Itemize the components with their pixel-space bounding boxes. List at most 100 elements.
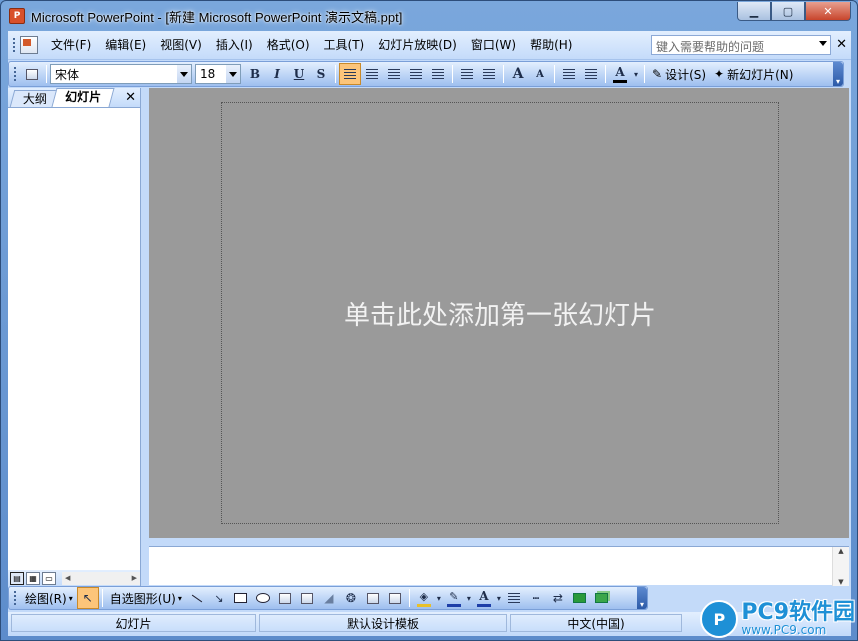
align-right-button[interactable]	[383, 63, 405, 85]
formatting-toolbar: 宋体 18 B I U S A A A ▾ ✎ 设计(S) ✦ 新幻灯片(N) …	[8, 61, 844, 87]
window-controls: ▁ ▢ ✕	[737, 2, 851, 21]
title-bar[interactable]: P Microsoft PowerPoint - [新建 Microsoft P…	[1, 1, 857, 31]
rectangle-button[interactable]	[230, 587, 252, 609]
picture-button[interactable]	[384, 587, 406, 609]
slide-sorter-view-button[interactable]: ▦	[26, 571, 40, 585]
toolbar-options-icon[interactable]: ▾	[833, 62, 843, 86]
tab-outline-label: 大纲	[22, 92, 47, 106]
help-search-input[interactable]: 键入需要帮助的问题	[651, 35, 831, 55]
autoshapes-button[interactable]: 自选图形(U) ▾	[106, 587, 186, 609]
close-document-button[interactable]: ✕	[836, 37, 847, 52]
add-first-slide-placeholder[interactable]: 单击此处添加第一张幻灯片	[221, 102, 779, 524]
menu-insert[interactable]: 插入(I)	[209, 35, 260, 55]
draw-font-color-letter: A	[479, 589, 489, 603]
slideshow-view-button[interactable]: ▭	[42, 571, 56, 585]
close-pane-button[interactable]: ✕	[125, 90, 136, 105]
increase-indent-button[interactable]	[580, 63, 602, 85]
new-slide-label: 新幻灯片(N)	[727, 67, 794, 82]
font-color-button[interactable]: A	[609, 63, 631, 85]
slide-editing-area[interactable]: 单击此处添加第一张幻灯片	[149, 88, 849, 538]
new-document-button[interactable]	[21, 63, 43, 85]
line-color-dropdown-icon[interactable]: ▾	[465, 587, 473, 609]
status-template[interactable]: 默认设计模板	[259, 614, 507, 632]
diagram-button[interactable]: ❂	[340, 587, 362, 609]
oval-button[interactable]	[252, 587, 274, 609]
align-center-button[interactable]	[361, 63, 383, 85]
notes-pane[interactable]: ▲ ▼	[149, 546, 849, 586]
grow-font-button[interactable]: A	[507, 63, 529, 85]
autoshapes-label: 自选图形(U)	[109, 591, 176, 606]
align-left-button[interactable]	[339, 63, 361, 85]
line-style-button[interactable]	[503, 587, 525, 609]
bold-button[interactable]: B	[244, 63, 266, 85]
notes-scrollbar[interactable]: ▲ ▼	[832, 547, 849, 586]
chevron-down-icon[interactable]	[226, 65, 240, 83]
vertical-textbox-button[interactable]	[296, 587, 318, 609]
textbox-button[interactable]	[274, 587, 296, 609]
line-color-button[interactable]: ✎	[443, 587, 465, 609]
font-size-combo[interactable]: 18	[195, 64, 241, 84]
clipart-button[interactable]	[362, 587, 384, 609]
bullets-button[interactable]	[478, 63, 500, 85]
menu-view[interactable]: 视图(V)	[153, 35, 209, 55]
menu-edit[interactable]: 编辑(E)	[98, 35, 153, 55]
toolbar-grip-icon[interactable]	[13, 590, 17, 606]
fill-color-button[interactable]: ◈	[413, 587, 435, 609]
powerpoint-window: P Microsoft PowerPoint - [新建 Microsoft P…	[0, 0, 858, 641]
toolbar-grip-icon[interactable]	[12, 37, 16, 53]
maximize-button[interactable]: ▢	[771, 2, 805, 21]
3d-style-button[interactable]	[591, 587, 613, 609]
close-button[interactable]: ✕	[805, 2, 851, 21]
scroll-right-icon[interactable]: ▶	[132, 574, 137, 582]
scroll-down-icon[interactable]: ▼	[838, 578, 843, 586]
draw-menu-button[interactable]: 绘图(R) ▾	[21, 587, 77, 609]
tab-slides[interactable]: 幻灯片	[51, 88, 115, 107]
draw-font-color-dropdown-icon[interactable]: ▾	[495, 587, 503, 609]
shadow-style-button[interactable]	[569, 587, 591, 609]
font-color-dropdown-icon[interactable]: ▾	[631, 63, 641, 85]
toolbar-separator	[605, 65, 606, 83]
underline-button[interactable]: U	[288, 63, 310, 85]
bullet-list-icon	[483, 69, 495, 79]
numbering-button[interactable]	[456, 63, 478, 85]
shadow-button[interactable]: S	[310, 63, 332, 85]
scroll-left-icon[interactable]: ◀	[65, 574, 70, 582]
justify-button[interactable]	[405, 63, 427, 85]
fill-color-dropdown-icon[interactable]: ▾	[435, 587, 443, 609]
new-slide-button[interactable]: ✦ 新幻灯片(N)	[710, 63, 797, 85]
toolbar-grip-icon[interactable]	[13, 66, 17, 82]
wordart-icon: ◢	[324, 591, 334, 605]
toolbar-separator	[408, 589, 410, 607]
scroll-up-icon[interactable]: ▲	[838, 547, 843, 555]
minimize-button[interactable]: ▁	[737, 2, 771, 21]
arrow-button[interactable]: ↘	[208, 587, 230, 609]
italic-button[interactable]: I	[266, 63, 288, 85]
menu-slideshow[interactable]: 幻灯片放映(D)	[371, 35, 464, 55]
draw-font-color-button[interactable]: A	[473, 587, 495, 609]
menu-help[interactable]: 帮助(H)	[523, 35, 579, 55]
menu-file[interactable]: 文件(F)	[44, 35, 98, 55]
shrink-font-button[interactable]: A	[529, 63, 551, 85]
chevron-down-icon[interactable]	[177, 65, 191, 83]
document-icon[interactable]	[20, 36, 38, 54]
menu-tools[interactable]: 工具(T)	[317, 35, 372, 55]
select-objects-button[interactable]: ↖	[76, 587, 99, 609]
menu-window[interactable]: 窗口(W)	[464, 35, 523, 55]
drawing-toolbar: 绘图(R) ▾ ↖ 自选图形(U) ▾ ↘ ◢ ❂ ◈ ▾ ✎ ▾ A ▾ ┅ …	[8, 586, 648, 610]
wordart-button[interactable]: ◢	[318, 587, 340, 609]
toolbar-options-icon[interactable]: ▾	[637, 587, 647, 609]
watermark-text: PC9软件园 www.PC9.com	[741, 602, 855, 637]
design-button[interactable]: ✎ 设计(S)	[648, 63, 710, 85]
decrease-indent-button[interactable]	[558, 63, 580, 85]
normal-view-button[interactable]: ▤	[10, 571, 24, 585]
distribute-button[interactable]	[427, 63, 449, 85]
font-name-combo[interactable]: 宋体	[50, 64, 192, 84]
powerpoint-app-icon[interactable]: P	[9, 8, 25, 24]
help-dropdown-icon[interactable]	[819, 41, 827, 46]
arrow-style-button[interactable]: ⇄	[547, 587, 569, 609]
vertical-scrollbar[interactable]	[832, 88, 849, 538]
menu-format[interactable]: 格式(O)	[260, 35, 317, 55]
line-button[interactable]	[186, 587, 208, 609]
horizontal-scrollbar[interactable]: ◀ ▶	[62, 571, 140, 585]
dash-style-button[interactable]: ┅	[525, 587, 547, 609]
